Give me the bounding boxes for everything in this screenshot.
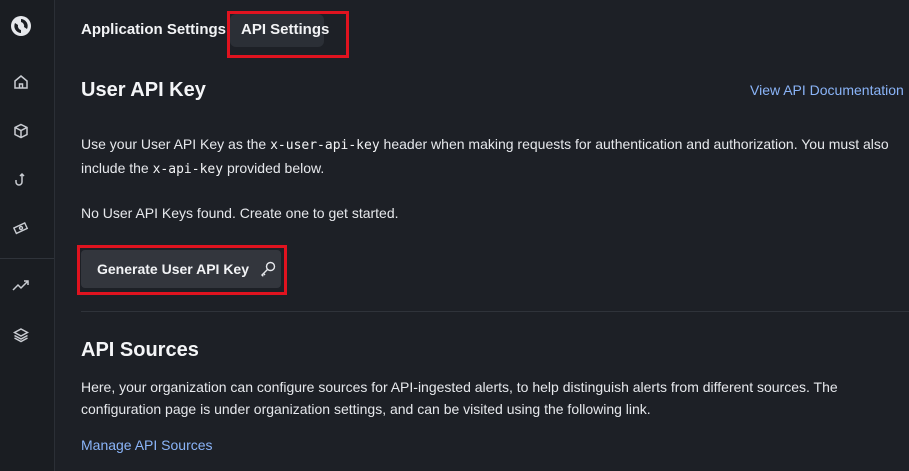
view-api-documentation-link[interactable]: View API Documentation <box>750 82 904 98</box>
desc-text: provided below. <box>223 160 325 176</box>
box-icon[interactable] <box>11 121 31 141</box>
x-api-key-code: x-api-key <box>152 162 224 177</box>
money-icon[interactable] <box>11 218 31 238</box>
desc-text: Use your User API Key as the <box>81 136 271 152</box>
main-content: Application Settings API Settings User A… <box>54 0 909 471</box>
highlight-box-api-settings <box>227 11 349 58</box>
hook-icon[interactable] <box>11 170 31 190</box>
api-sources-description: Here, your organization can configure so… <box>81 379 838 417</box>
trending-icon[interactable] <box>11 276 31 296</box>
user-api-key-title: User API Key <box>81 79 206 101</box>
x-user-api-key-code: x-user-api-key <box>270 138 380 153</box>
sidebar-divider <box>0 258 54 259</box>
highlight-box-generate-button <box>77 245 287 295</box>
layers-icon[interactable] <box>11 325 31 345</box>
user-api-key-description: Use your User API Key as the x-user-api-… <box>81 133 889 181</box>
home-icon[interactable] <box>11 72 31 92</box>
api-sources-title: API Sources <box>81 339 199 361</box>
manage-api-sources-link[interactable]: Manage API Sources <box>81 437 213 453</box>
sidebar <box>0 0 55 471</box>
tab-application-settings[interactable]: Application Settings <box>81 21 226 38</box>
empty-keys-message: No User API Keys found. Create one to ge… <box>81 205 399 221</box>
section-divider <box>81 311 909 312</box>
logo-icon[interactable] <box>10 15 32 37</box>
